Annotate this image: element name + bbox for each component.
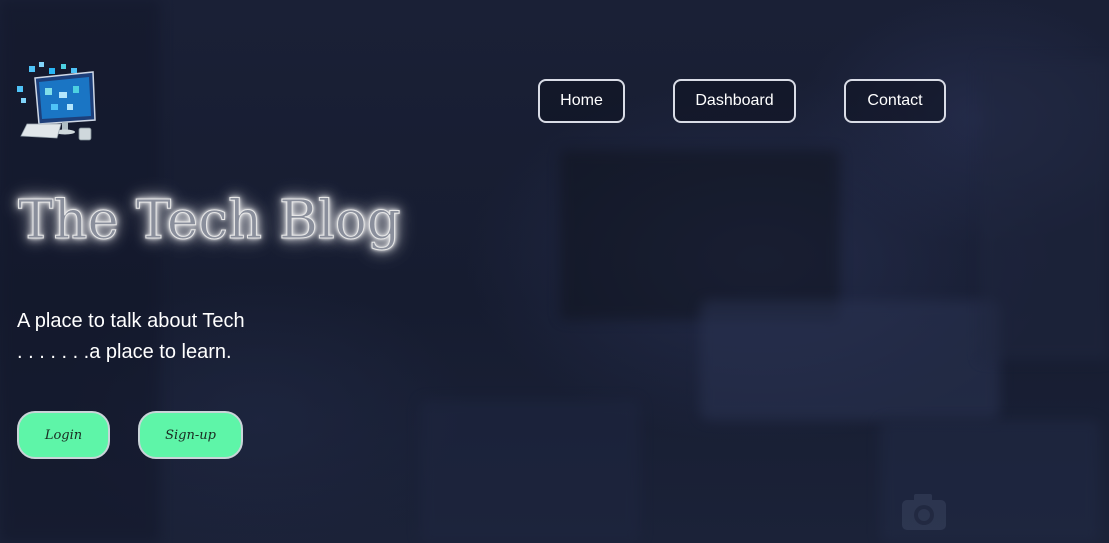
nav-home-button[interactable]: Home	[538, 79, 625, 123]
computer-devices-logo-icon	[17, 62, 96, 141]
page-title: The Tech Blog	[18, 190, 402, 252]
hero-tagline: A place to talk about Tech . . . . . . .…	[17, 306, 245, 368]
nav-dashboard-button[interactable]: Dashboard	[673, 79, 796, 123]
tagline-line-1: A place to talk about Tech	[17, 310, 245, 332]
main-nav: Home Dashboard Contact	[538, 79, 946, 123]
signup-button[interactable]: Sign-up	[138, 411, 243, 459]
tagline-line-2: . . . . . . .a place to learn.	[17, 341, 232, 363]
nav-contact-button[interactable]: Contact	[844, 79, 946, 123]
login-button[interactable]: Login	[17, 411, 110, 459]
camera-icon	[902, 494, 946, 530]
